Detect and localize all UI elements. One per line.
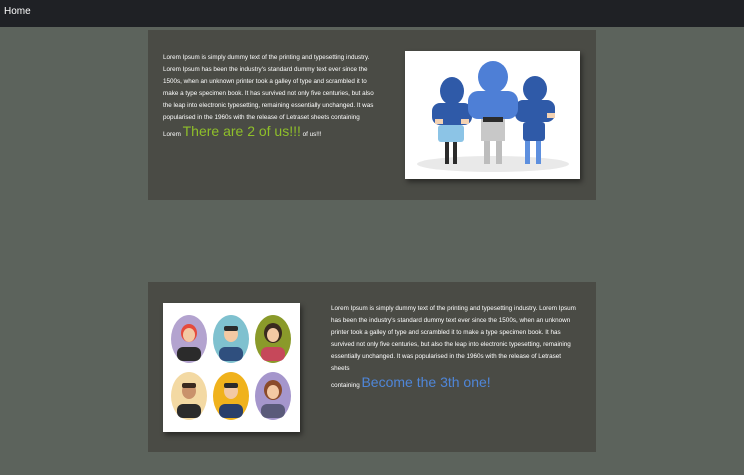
avatars-card: Lorem Ipsum is simply dummy text of the … — [148, 282, 596, 452]
team-prefix: Lorem — [163, 131, 181, 138]
navbar: Home — [0, 0, 744, 27]
team-image — [405, 51, 580, 179]
team-paragraph: Lorem Ipsum is simply dummy text of the … — [163, 54, 374, 121]
avatars-description: Lorem Ipsum is simply dummy text of the … — [331, 303, 581, 392]
avatars-highlight: Become the 3th one! — [361, 374, 491, 390]
team-description: Lorem Ipsum is simply dummy text of the … — [163, 52, 375, 141]
three-people-icon — [417, 61, 569, 172]
avatars-paragraph: Lorem Ipsum is simply dummy text of the … — [331, 305, 576, 372]
avatar-grid-icon — [171, 315, 291, 420]
avatars-prefix: containing — [331, 382, 360, 389]
nav-home-link[interactable]: Home — [4, 6, 31, 17]
team-suffix: of us!!! — [302, 131, 322, 138]
team-card: Lorem Ipsum is simply dummy text of the … — [148, 30, 596, 200]
team-highlight: There are 2 of us!!! — [182, 123, 301, 139]
avatars-image — [163, 303, 300, 432]
